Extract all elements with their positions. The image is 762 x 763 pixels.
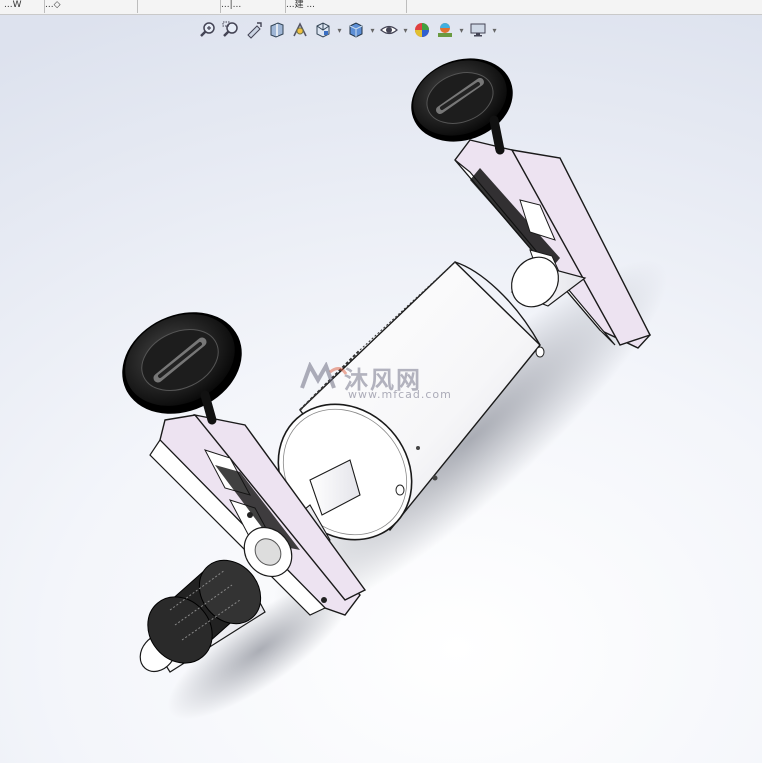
left-handwheel[interactable] [106, 293, 259, 432]
view-settings-icon [470, 23, 486, 37]
view-orientation-button[interactable] [313, 20, 333, 40]
zoom-to-area-button[interactable] [221, 20, 241, 40]
top-tab-1[interactable]: ...W [0, 0, 45, 13]
apply-scene-menu-caret[interactable]: ▾ [458, 20, 465, 40]
view-orientation-menu-caret[interactable]: ▾ [336, 20, 343, 40]
top-tab-strip: ...W ...◇ ...|... ...建 ... [0, 0, 762, 15]
zoom-to-area-icon [222, 21, 238, 37]
heads-up-view-toolbar: ▾ ▾ ▾ ▾ ▾ [198, 18, 498, 42]
top-tab-3[interactable] [134, 0, 221, 13]
display-style-icon [349, 22, 363, 38]
view-settings-menu-caret[interactable]: ▾ [491, 20, 498, 40]
top-tab-2[interactable]: ...◇ [41, 0, 138, 13]
dynamic-annotation-button[interactable] [290, 20, 310, 40]
display-style-button[interactable] [346, 20, 366, 40]
apply-scene-icon [438, 23, 452, 37]
hide-show-menu-caret[interactable]: ▾ [402, 20, 409, 40]
previous-view-button[interactable] [244, 20, 264, 40]
zoom-to-fit-icon [200, 22, 215, 37]
edit-appearance-button[interactable] [412, 20, 432, 40]
edit-appearance-icon [415, 23, 429, 37]
top-tab-5[interactable]: ...建 ... [282, 0, 407, 13]
top-tab-4[interactable]: ...|... [217, 0, 286, 13]
previous-view-icon [247, 22, 262, 39]
section-view-icon [270, 22, 284, 38]
display-style-menu-caret[interactable]: ▾ [369, 20, 376, 40]
view-orientation-icon [316, 22, 330, 38]
3d-model-viewport[interactable] [0, 44, 762, 763]
hide-show-items-button[interactable] [379, 20, 399, 40]
apply-scene-button[interactable] [435, 20, 455, 40]
right-handwheel[interactable] [399, 45, 524, 156]
dynamic-annotation-icon [293, 22, 307, 37]
section-view-button[interactable] [267, 20, 287, 40]
zoom-to-fit-button[interactable] [198, 20, 218, 40]
view-settings-button[interactable] [468, 20, 488, 40]
hide-show-items-icon [380, 25, 398, 35]
